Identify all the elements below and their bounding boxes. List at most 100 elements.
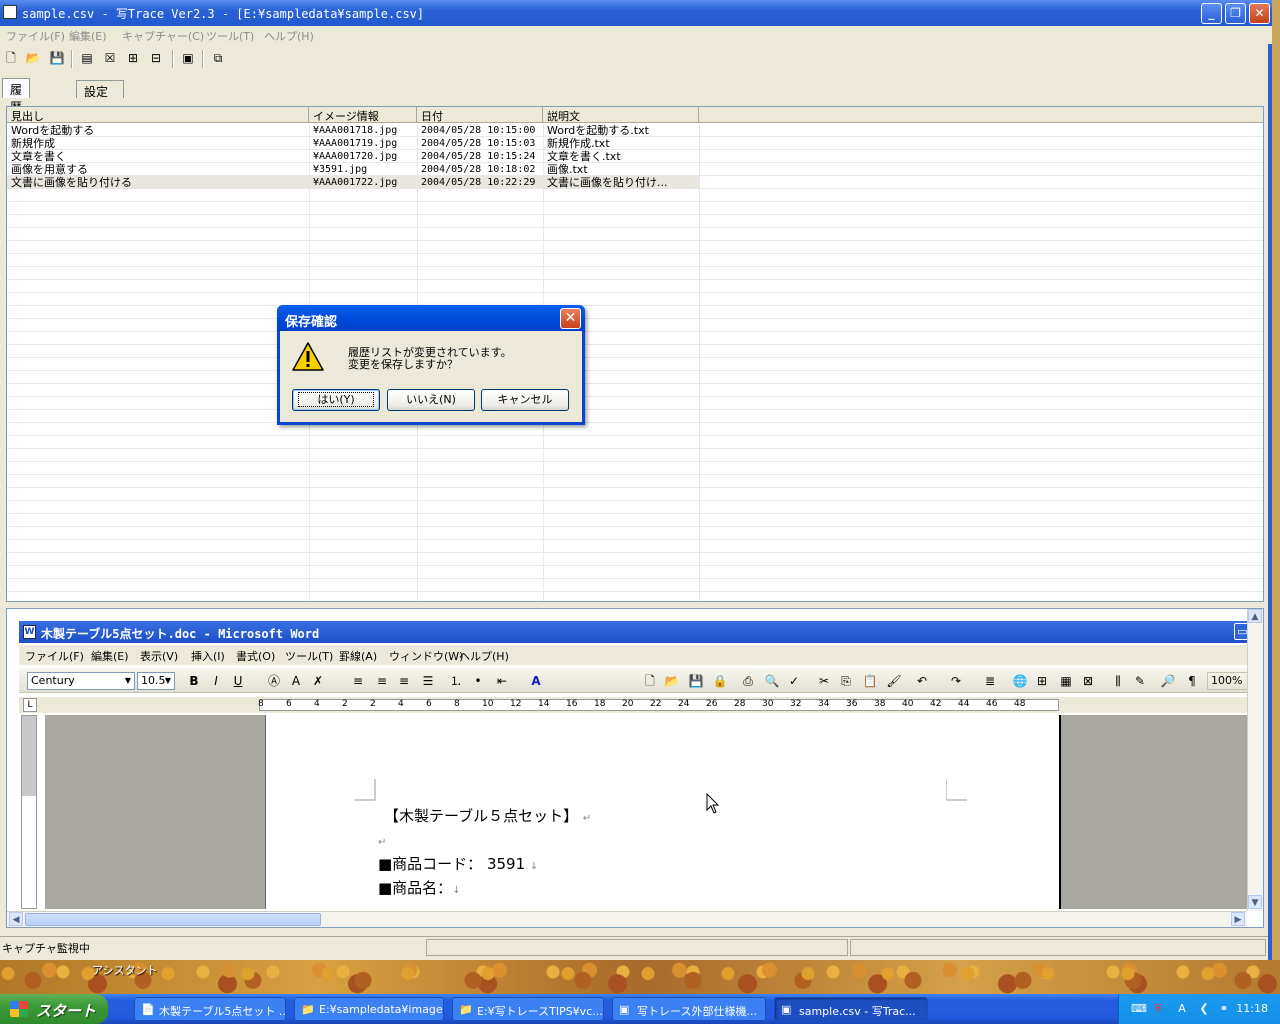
cell-image: ¥3591.jpg — [313, 164, 368, 175]
font-size-select: 10.5 ▼ — [137, 672, 175, 690]
ruler-tick-label: 48 — [1014, 699, 1026, 709]
ruler-tick-label: 30 — [762, 699, 774, 709]
chevron-left-icon[interactable]: ❮ — [1197, 1002, 1211, 1016]
column-date[interactable]: 日付 — [417, 107, 543, 123]
app-icon[interactable] — [3, 5, 17, 19]
paste-icon: 📋 — [862, 674, 878, 688]
font-size-value: 10.5 — [141, 674, 166, 687]
restore-button[interactable]: ❐ — [1225, 3, 1246, 24]
word-doc-icon: W — [23, 625, 36, 639]
cut-icon: ✂ — [818, 674, 830, 688]
menu-help[interactable]: ヘルプ(H) — [264, 28, 314, 44]
scroll-up-icon[interactable]: ▲ — [1248, 609, 1262, 623]
close-button[interactable]: ✕ — [1249, 3, 1270, 24]
dropdown-arrow-icon: ▼ — [124, 676, 131, 685]
column-heading[interactable]: 見出し — [7, 107, 309, 123]
show-hide-icon: ¶ — [1188, 674, 1196, 688]
security-icon[interactable]: ⛨ — [1151, 1002, 1165, 1016]
new-icon[interactable]: 🗋 — [3, 50, 19, 66]
desktop-background: アシスタント — [0, 960, 1280, 994]
scroll-down-icon[interactable]: ▼ — [1248, 895, 1262, 909]
desktop-shortcut-label[interactable]: アシスタント — [92, 962, 158, 978]
yes-button-label: はい(Y) — [298, 392, 374, 407]
yes-button[interactable]: はい(Y) — [292, 389, 380, 411]
word-horizontal-scrollbar[interactable]: ◀ ▶ — [7, 911, 1247, 927]
column-image[interactable]: イメージ情報 — [309, 107, 417, 123]
print-preview-icon: 🔍 — [764, 674, 780, 688]
dropdown-arrow-icon: ▼ — [164, 676, 171, 685]
word-menu-file: ファイル(F) — [25, 650, 84, 663]
task-word-document[interactable]: 📄 木製テーブル5点セット ... — [134, 997, 286, 1021]
heading-text: 【木製テーブル５点セット】 — [384, 807, 579, 825]
tab-settings[interactable]: 設定 — [76, 80, 124, 99]
title-bar[interactable]: sample.csv - 写Trace Ver2.3 - [E:¥sampled… — [0, 0, 1272, 26]
capture-window-icon[interactable]: ▤ — [79, 50, 95, 66]
permission-icon: 🔒 — [712, 674, 728, 688]
table-row-selected[interactable]: 文書に画像を貼り付ける ¥AAA001722.jpg 2004/05/28 10… — [7, 176, 699, 189]
cell-heading: 画像を用意する — [11, 163, 88, 176]
word-vertical-scrollbar[interactable]: ▲ ▼ — [1247, 609, 1263, 911]
task-explorer-tips[interactable]: 📁 E:¥写トレースTIPS¥vc... — [452, 997, 604, 1021]
insert-excel-icon: ⊠ — [1082, 674, 1094, 688]
list-body — [7, 124, 1263, 601]
word-menu-tools: ツール(T) — [285, 650, 334, 663]
ruler-tick-label: 38 — [874, 699, 886, 709]
menu-edit[interactable]: 編集(E) — [69, 28, 107, 44]
table-row[interactable]: 画像を用意する ¥3591.jpg 2004/05/28 10:18:02 画像… — [7, 163, 699, 176]
dialog-title-bar[interactable]: 保存確認 ✕ — [277, 305, 585, 331]
ime-icon[interactable]: A — [1175, 1002, 1189, 1016]
underline-icon: U — [233, 674, 243, 688]
dialog-close-button[interactable]: ✕ — [560, 308, 581, 329]
justify-icon: ☰ — [422, 674, 434, 688]
keyboard-icon[interactable]: ⌨ — [1131, 1002, 1147, 1016]
font-name-value: Century — [31, 674, 75, 687]
ruler-tick-label: 34 — [818, 699, 830, 709]
window-icon[interactable]: ⧉ — [210, 50, 226, 66]
warning-icon — [292, 342, 324, 371]
toolbar-separator — [202, 50, 204, 68]
ruler-tick-label: 28 — [734, 699, 746, 709]
save-icon[interactable]: 💾 — [49, 50, 65, 66]
task-explorer-images[interactable]: 📁 E:¥sampledata¥images — [294, 997, 444, 1021]
cell-date: 2004/05/28 10:18:02 — [421, 164, 536, 175]
no-button[interactable]: いいえ(N) — [387, 389, 475, 411]
history-list[interactable]: 見出し イメージ情報 日付 説明文 Wordを起動する ¥AAA001718.j… — [6, 106, 1264, 602]
scroll-left-icon[interactable]: ◀ — [9, 912, 23, 926]
open-icon[interactable]: 📂 — [25, 50, 41, 66]
copy-icon: ⎘ — [841, 674, 851, 688]
paragraph-mark-icon: ↵ — [378, 837, 387, 848]
table-row[interactable]: 新規作成 ¥AAA001719.jpg 2004/05/28 10:15:03 … — [7, 137, 699, 150]
record-icon[interactable]: ▣ — [180, 50, 196, 66]
export-icon[interactable]: ⊟ — [148, 50, 164, 66]
menu-tools[interactable]: ツール(T) — [206, 28, 254, 44]
cell-image: ¥AAA001722.jpg — [313, 177, 398, 188]
menu-capture[interactable]: キャプチャー(C) — [122, 28, 204, 44]
document-page: 【木製テーブル５点セット】 ↵ ↵ ■商品コード： 3591 ↓ ■商品名：↓ — [265, 715, 1061, 909]
ruler-tick-label: 12 — [510, 699, 522, 709]
scroll-thumb[interactable] — [25, 913, 321, 926]
column-description[interactable]: 説明文 — [543, 107, 699, 123]
table-row[interactable]: 文章を書く ¥AAA001720.jpg 2004/05/28 10:15:24… — [7, 150, 699, 163]
delete-icon[interactable]: ☒ — [102, 50, 118, 66]
import-icon[interactable]: ⊞ — [125, 50, 141, 66]
menu-file[interactable]: ファイル(F) — [6, 28, 65, 44]
network-icon[interactable]: ⚭ — [1217, 1002, 1231, 1016]
line-break-icon: ↓ — [529, 861, 539, 872]
print-icon: ⎙ — [743, 674, 753, 688]
cancel-button[interactable]: キャンセル — [481, 389, 569, 411]
align-right-icon: ≡ — [398, 674, 410, 688]
status-bar: キャプチャ監視中 — [0, 936, 1268, 958]
task-shatrace[interactable]: ▣ sample.csv - 写Trac... — [774, 997, 928, 1021]
document-empty-line: ↵ — [378, 831, 386, 849]
open-icon: 📂 — [664, 674, 680, 688]
ruler-tick-label: 6 — [286, 699, 292, 709]
window-title: sample.csv - 写Trace Ver2.3 - [E:¥sampled… — [22, 7, 425, 21]
table-row[interactable]: Wordを起動する ¥AAA001718.jpg 2004/05/28 10:1… — [7, 124, 699, 137]
task-spec-document[interactable]: ▣ 写トレース外部仕様機... — [612, 997, 766, 1021]
start-button[interactable]: スタート — [0, 994, 108, 1024]
indent-icon: ⇤ — [496, 674, 508, 688]
tab-history[interactable]: 履歴データ — [2, 78, 31, 165]
scroll-right-icon[interactable]: ▶ — [1231, 912, 1245, 926]
minimize-button[interactable]: _ — [1201, 3, 1222, 24]
toolbar-separator — [71, 50, 73, 68]
